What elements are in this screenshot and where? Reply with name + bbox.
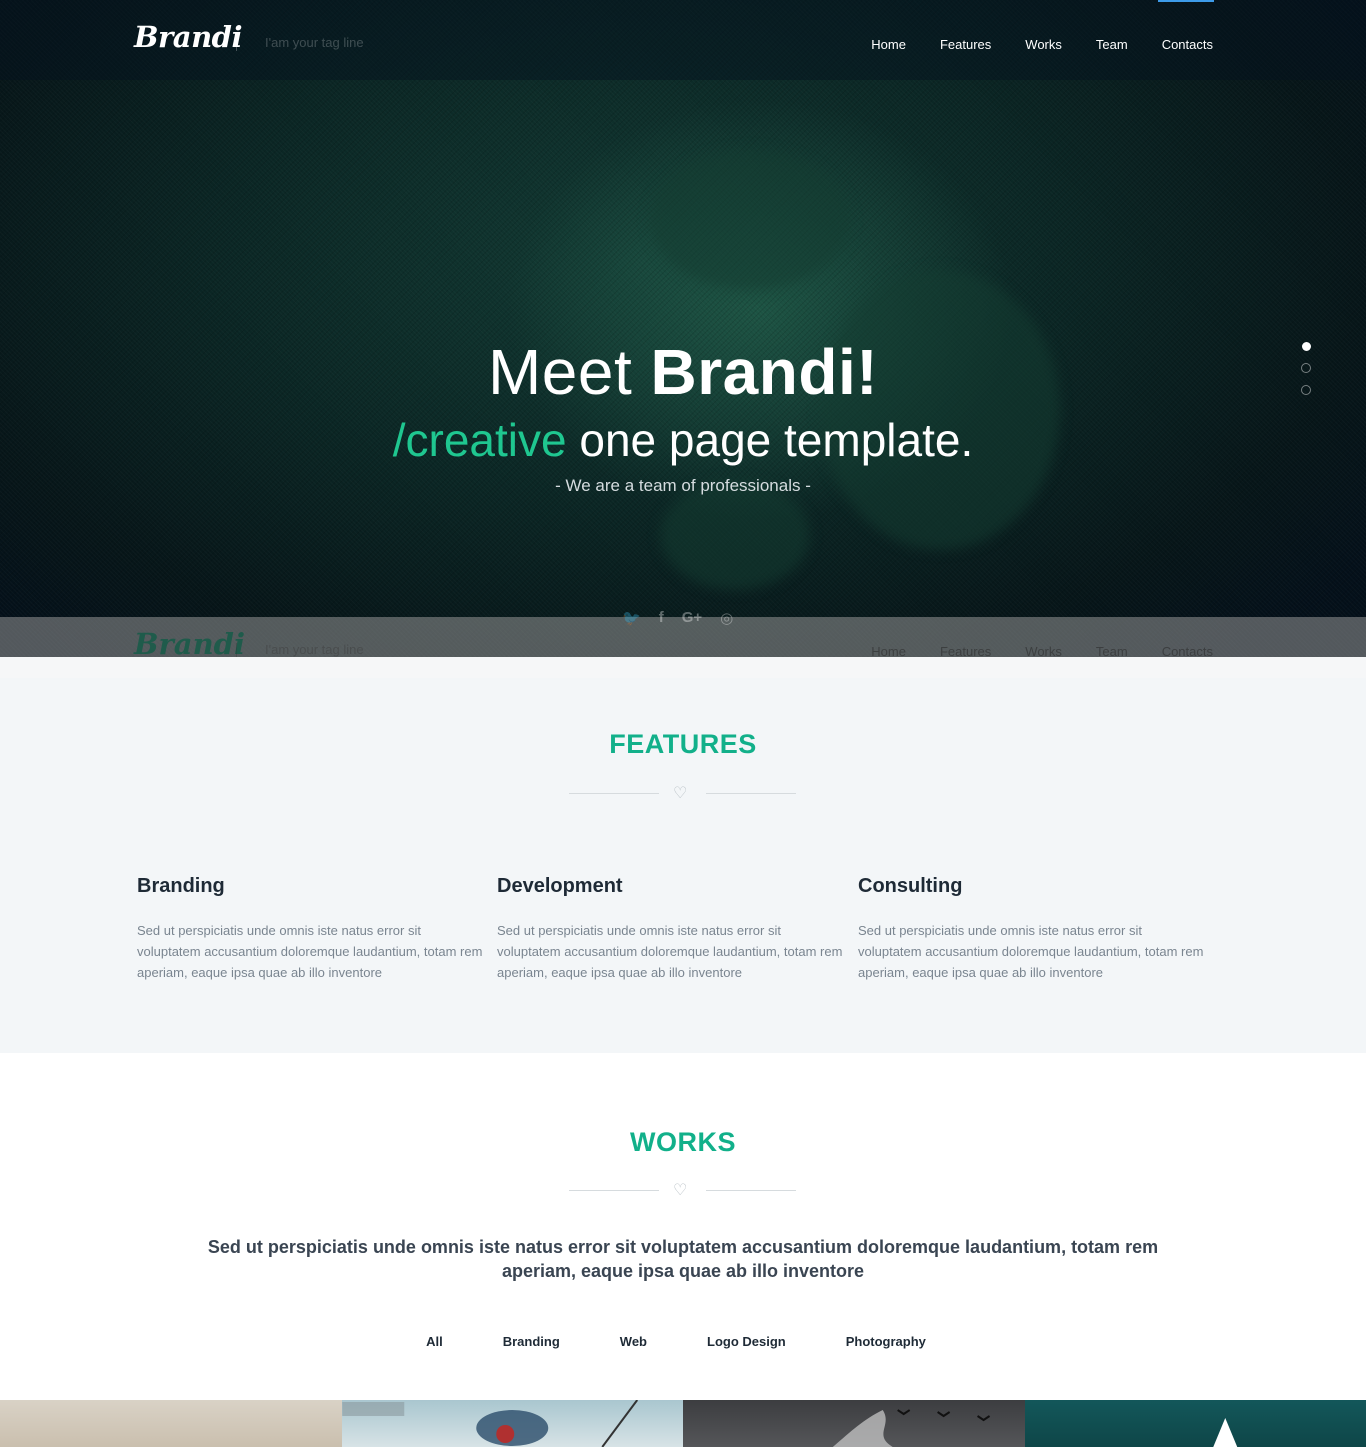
feature-branding: Branding Sed ut perspiciatis unde omnis …: [137, 875, 487, 983]
filter-branding[interactable]: Branding: [503, 1334, 560, 1349]
divider-line: [569, 1190, 659, 1191]
divider-line: [569, 793, 659, 794]
works-divider: ♡: [569, 1180, 796, 1200]
features-title: FEATURES: [609, 729, 757, 759]
feature-title: Consulting: [858, 875, 963, 897]
sticky-nav-contacts[interactable]: Contacts: [1162, 644, 1213, 657]
sticky-logo-separator: [236, 643, 237, 657]
hero-subtitle-accent: /creative: [392, 414, 567, 466]
filter-all[interactable]: All: [426, 1334, 443, 1349]
slider-dot-3[interactable]: [1301, 385, 1311, 395]
slider-dot-2[interactable]: [1301, 363, 1311, 373]
features-divider: ♡: [569, 783, 796, 803]
hero-headline-block: Meet Brandi! /creative one page template…: [0, 330, 1366, 496]
twitter-icon[interactable]: 🐦: [622, 609, 641, 627]
works-section: WORKS ♡ Sed ut perspiciatis unde omnis i…: [0, 1053, 1366, 1447]
hero-subtitle: /creative one page template.: [0, 410, 1366, 470]
slider-dot-1[interactable]: [1301, 342, 1311, 351]
hero-caption: - We are a team of professionals -: [555, 476, 811, 495]
works-title: WORKS: [630, 1127, 736, 1157]
slider-pagination: [1301, 342, 1311, 407]
hero-subtitle-rest: one page template.: [566, 414, 974, 466]
dribbble-icon[interactable]: ◎: [720, 609, 733, 627]
top-navbar: Brandi I'am your tag line Home Features …: [0, 0, 1366, 80]
feature-text: Sed ut perspiciatis unde omnis iste natu…: [858, 923, 1204, 980]
nav-team[interactable]: Team: [1096, 37, 1128, 52]
filter-photography[interactable]: Photography: [846, 1334, 926, 1349]
hero-title-prefix: Meet: [487, 336, 651, 408]
feature-title: Development: [497, 875, 623, 897]
sticky-nav-home[interactable]: Home: [871, 644, 906, 657]
portfolio-grid: [0, 1400, 1366, 1447]
feature-text: Sed ut perspiciatis unde omnis iste natu…: [137, 923, 483, 980]
works-lead-text: Sed ut perspiciatis unde omnis iste natu…: [207, 1237, 1159, 1281]
sticky-nav-team[interactable]: Team: [1096, 644, 1128, 657]
portfolio-item[interactable]: [683, 1400, 1025, 1447]
triangle-artwork-image: [1212, 1418, 1237, 1447]
sticky-tagline: I'am your tag line: [265, 642, 364, 657]
feature-consulting: Consulting Sed ut perspiciatis unde omni…: [858, 875, 1208, 983]
portfolio-item[interactable]: [0, 1400, 342, 1447]
eye-artwork-image: [341, 1400, 638, 1447]
portfolio-item[interactable]: [341, 1400, 683, 1447]
feature-title: Branding: [137, 875, 225, 897]
features-section: FEATURES ♡ Branding Sed ut perspiciatis …: [0, 657, 1366, 1053]
sticky-nav-features[interactable]: Features: [940, 644, 991, 657]
divider-line: [706, 1190, 796, 1191]
heart-icon: ♡: [673, 785, 688, 802]
divider-line: [706, 793, 796, 794]
sticky-nav: Home Features Works Team Contacts: [871, 644, 1213, 657]
portfolio-filters: All Branding Web Logo Design Photography: [0, 1334, 1366, 1349]
heart-icon: ♡: [673, 1182, 688, 1199]
main-nav: Home Features Works Team Contacts: [871, 37, 1213, 52]
logo-separator: [236, 35, 237, 51]
hero-title: Meet Brandi!: [0, 330, 1366, 414]
facebook-icon[interactable]: f: [659, 609, 664, 627]
nav-active-indicator: [1158, 0, 1214, 2]
feature-development: Development Sed ut perspiciatis unde omn…: [497, 875, 847, 983]
sticky-nav-works[interactable]: Works: [1025, 644, 1062, 657]
sticky-logo[interactable]: Brandi: [134, 627, 245, 657]
nav-works[interactable]: Works: [1025, 37, 1062, 52]
nav-features[interactable]: Features: [940, 37, 991, 52]
hero-slider: Brandi I'am your tag line Home Features …: [0, 0, 1366, 657]
nav-contacts[interactable]: Contacts: [1162, 37, 1213, 52]
smoke-birds-image: [832, 1409, 991, 1447]
portfolio-item[interactable]: [1024, 1400, 1366, 1447]
hero-title-brand: Brandi!: [650, 336, 879, 408]
google-plus-icon[interactable]: G+: [682, 609, 702, 627]
filter-web[interactable]: Web: [620, 1334, 647, 1349]
feature-text: Sed ut perspiciatis unde omnis iste natu…: [497, 923, 843, 980]
nav-home[interactable]: Home: [871, 37, 906, 52]
hero-background-figure: [660, 480, 810, 590]
hero-social-links: 🐦 f G+ ◎: [622, 609, 733, 627]
filter-logo-design[interactable]: Logo Design: [707, 1334, 786, 1349]
logo[interactable]: Brandi: [134, 20, 242, 54]
hero-background-figure: [650, 150, 850, 290]
tagline: I'am your tag line: [265, 35, 364, 50]
